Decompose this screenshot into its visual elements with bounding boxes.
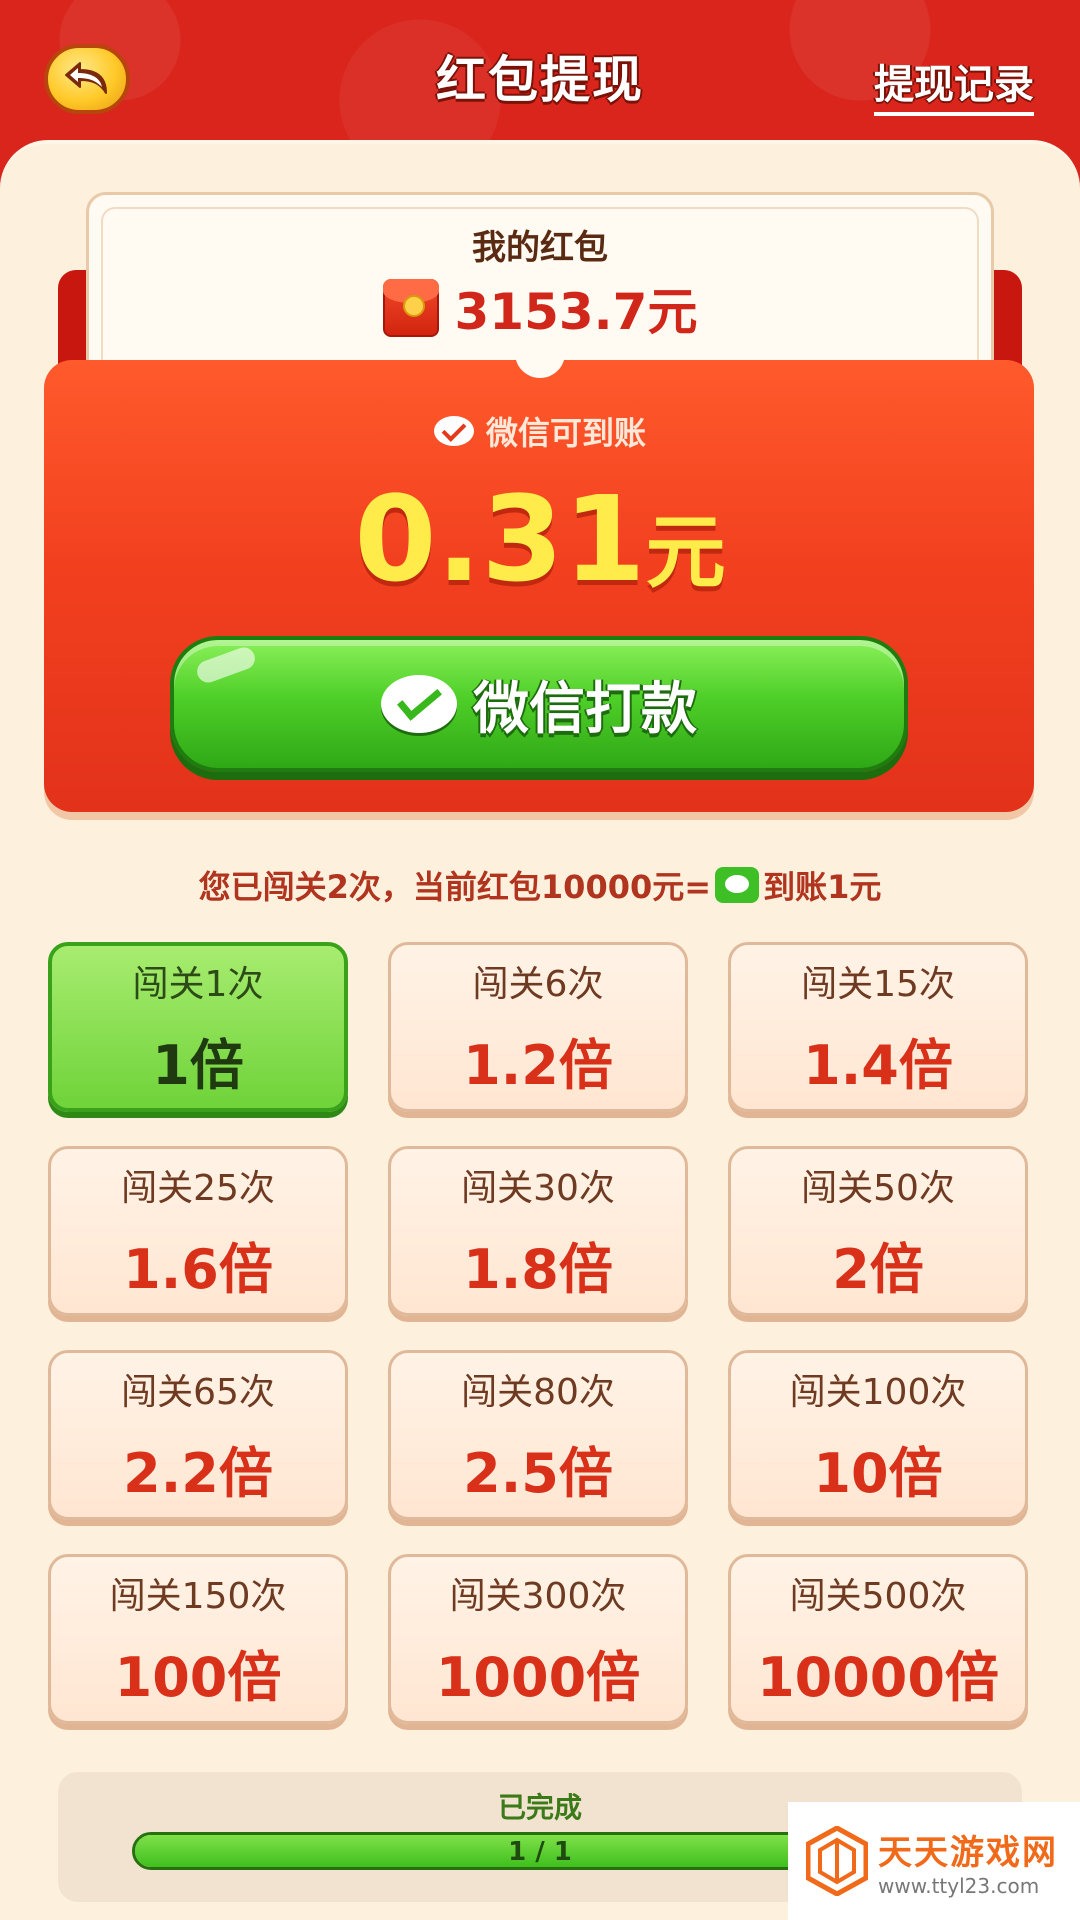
balance-label: 我的红包 [472, 228, 608, 268]
tier-condition: 闯关80次 [461, 1371, 615, 1413]
multiplier-tier[interactable]: 闯关15次 1.4倍 [728, 942, 1028, 1112]
watermark-url: www.ttyl23.com [878, 1873, 1040, 1898]
multiplier-tier[interactable]: 闯关300次 1000倍 [388, 1554, 688, 1724]
tier-condition: 闯关15次 [801, 963, 955, 1005]
withdraw-amount: 0.31元 [0, 470, 1080, 608]
tier-multiplier: 1000倍 [435, 1645, 641, 1709]
tier-condition: 闯关1次 [132, 963, 264, 1005]
progress-notice: 您已闯关2次，当前红包10000元= 到账1元 [0, 862, 1080, 908]
tier-multiplier: 1.6倍 [123, 1237, 273, 1301]
multiplier-tier[interactable]: 闯关1次 1倍 [48, 942, 348, 1112]
tier-multiplier: 1倍 [152, 1033, 244, 1097]
withdraw-history-link[interactable]: 提现记录 [874, 52, 1034, 116]
tier-multiplier: 100倍 [114, 1645, 282, 1709]
tier-multiplier: 2.2倍 [123, 1441, 273, 1505]
tier-condition: 闯关65次 [121, 1371, 275, 1413]
notice-text-after: 到账1元 [763, 868, 882, 906]
multiplier-tier[interactable]: 闯关150次 100倍 [48, 1554, 348, 1724]
multiplier-tier[interactable]: 闯关100次 10倍 [728, 1350, 1028, 1520]
tier-condition: 闯关30次 [461, 1167, 615, 1209]
notice-text-before: 您已闯关2次，当前红包10000元= [198, 868, 712, 906]
balance-amount: 3153.7元 [454, 283, 698, 341]
withdraw-amount-unit: 元 [645, 506, 726, 599]
tier-multiplier: 2.5倍 [463, 1441, 613, 1505]
multiplier-grid: 闯关1次 1倍 闯关6次 1.2倍 闯关15次 1.4倍闯关25次 1.6倍 闯关30次 1.8… [48, 942, 1032, 1724]
tier-multiplier: 1.4倍 [803, 1033, 953, 1097]
multiplier-tier[interactable]: 闯关80次 2.5倍 [388, 1350, 688, 1520]
tier-condition: 闯关500次 [789, 1575, 967, 1617]
tier-multiplier: 2倍 [832, 1237, 924, 1301]
wechat-pay-button[interactable]: 微信打款 [170, 636, 908, 772]
wechat-icon [715, 867, 760, 903]
multiplier-tier[interactable]: 闯关500次 10000倍 [728, 1554, 1028, 1724]
multiplier-tier[interactable]: 闯关25次 1.6倍 [48, 1146, 348, 1316]
balance-row: 3153.7元 [0, 272, 1080, 344]
tier-multiplier: 10000倍 [757, 1645, 999, 1709]
tier-multiplier: 1.2倍 [463, 1033, 613, 1097]
site-logo-icon [806, 1826, 868, 1896]
multiplier-tier[interactable]: 闯关50次 2倍 [728, 1146, 1028, 1316]
tier-condition: 闯关6次 [472, 963, 604, 1005]
multiplier-tier[interactable]: 闯关6次 1.2倍 [388, 942, 688, 1112]
multiplier-tier[interactable]: 闯关65次 2.2倍 [48, 1350, 348, 1520]
watermark-title: 天天游戏网 [878, 1832, 1058, 1873]
header: 红包提现 提现记录 [0, 0, 1080, 150]
tier-condition: 闯关100次 [789, 1371, 967, 1413]
withdraw-amount-value: 0.31 [354, 470, 646, 608]
wechat-arrive-row: 微信可到账 [0, 408, 1080, 454]
wechat-icon [381, 675, 457, 733]
tier-condition: 闯关50次 [801, 1167, 955, 1209]
wechat-arrive-label: 微信可到账 [485, 414, 646, 452]
tier-multiplier: 1.8倍 [463, 1237, 613, 1301]
wechat-pay-label: 微信打款 [473, 676, 697, 742]
watermark: 天天游戏网 www.ttyl23.com [788, 1802, 1080, 1920]
wechat-icon [433, 416, 474, 446]
multiplier-tier[interactable]: 闯关30次 1.8倍 [388, 1146, 688, 1316]
tier-condition: 闯关300次 [449, 1575, 627, 1617]
tier-condition: 闯关25次 [121, 1167, 275, 1209]
red-envelope-icon [382, 279, 439, 337]
tier-multiplier: 10倍 [813, 1441, 943, 1505]
tier-condition: 闯关150次 [109, 1575, 287, 1617]
button-shine [194, 644, 258, 686]
